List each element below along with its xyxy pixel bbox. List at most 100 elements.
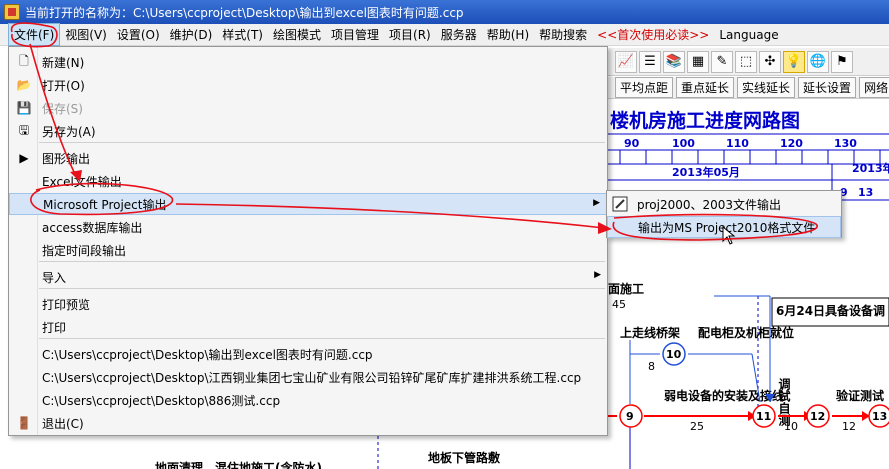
duration-10: 10: [784, 420, 798, 433]
flag-icon[interactable]: ⚑: [831, 50, 853, 73]
pen-icon[interactable]: ✎: [711, 50, 733, 73]
window-title: 当前打开的名称为：C:\Users\ccproject\Desktop\输出到e…: [25, 5, 464, 20]
scale-120: 120: [780, 137, 803, 150]
file-menu-item-9[interactable]: 导入 ▶: [9, 266, 607, 288]
toolbar: 📈 ☰ 📚 ▦ ✎ ⬚ ✣ 💡 🌐 ⚑: [607, 48, 889, 76]
toolbar-button-3[interactable]: 延长设置: [798, 77, 857, 98]
month-label-next: 2013年: [852, 161, 889, 175]
scale-110: 110: [726, 137, 749, 150]
svg-text:10: 10: [666, 348, 682, 361]
submenu-arrow-icon: ▶: [594, 270, 601, 280]
lightbulb-icon[interactable]: 💡: [783, 50, 805, 73]
node-12: 12: [806, 404, 830, 428]
month-label-may: 2013年05月: [672, 165, 740, 179]
submenu-item-0[interactable]: proj2000、2003文件输出: [607, 193, 841, 215]
exit-icon: 🚪: [16, 416, 32, 430]
toolbar-button-0[interactable]: 平均点距: [615, 77, 674, 98]
file-menu-label: 打印: [42, 320, 67, 335]
toolbar-button-4[interactable]: 网络: [859, 77, 889, 98]
node-13: 13: [868, 404, 889, 428]
menu-item-2[interactable]: 设置(O): [112, 24, 165, 45]
menu-item-4[interactable]: 样式(T): [217, 24, 268, 45]
file-menu-item-14[interactable]: C:\Users\ccproject\Desktop\886测试.ccp: [9, 389, 607, 411]
file-menu-label: Excel文件输出: [42, 174, 122, 189]
svg-text:11: 11: [756, 410, 771, 423]
export-graphic-icon: ▶: [19, 151, 29, 165]
menu-item-8[interactable]: 服务器: [436, 24, 482, 45]
submenu-arrow-icon: ▶: [593, 198, 600, 208]
task-wire: 上走线桥架: [620, 325, 680, 340]
books-icon[interactable]: 📚: [663, 50, 685, 73]
grid-icon[interactable]: ▦: [687, 50, 709, 73]
project-file-icon: [612, 196, 628, 212]
duration-25: 25: [690, 420, 704, 433]
file-menu-item-2: 💾 保存(S): [9, 97, 607, 119]
file-menu-label: 新建(N): [42, 55, 85, 70]
file-menu-item-10[interactable]: 打印预览: [9, 293, 607, 315]
file-menu-item-5[interactable]: Excel文件输出: [9, 170, 607, 192]
save-icon: 💾: [16, 101, 32, 115]
file-menu-item-8[interactable]: 指定时间段输出: [9, 239, 607, 261]
file-menu-label: 指定时间段输出: [42, 243, 127, 258]
toolbar-row-2: 平均点距 重点延长 实线延长 延长设置 网络: [607, 77, 889, 99]
select-icon[interactable]: ⬚: [735, 50, 757, 73]
file-menu-label: Microsoft Project输出: [43, 197, 167, 212]
scale-100: 100: [672, 137, 695, 150]
align-icon[interactable]: ☰: [639, 50, 661, 73]
file-menu-item-0[interactable]: 🗋 新建(N): [9, 51, 607, 73]
scale-90: 90: [624, 137, 640, 150]
menu-item-0[interactable]: 文件(F): [8, 23, 61, 46]
svg-text:9: 9: [626, 410, 634, 423]
toolbar-button-1[interactable]: 重点延长: [676, 77, 735, 98]
menu-item-9[interactable]: 帮助(H): [482, 24, 534, 45]
chart-icon[interactable]: 📈: [615, 50, 637, 73]
node-11: 11: [752, 404, 776, 428]
file-menu-label: 图形输出: [42, 151, 91, 166]
node-10: 10: [662, 342, 686, 366]
file-menu-item-3[interactable]: 🖫 另存为(A): [9, 120, 607, 142]
menu-item-10[interactable]: 帮助搜索: [534, 24, 592, 45]
toolbar-button-2[interactable]: 实线延长: [737, 77, 796, 98]
task-floor: 地板下管路敷: [428, 450, 501, 465]
menu-item-12[interactable]: Language: [714, 26, 783, 44]
menu-item-6[interactable]: 项目管理: [326, 24, 384, 45]
globe-icon[interactable]: 🌐: [807, 50, 829, 73]
file-menu-item-11[interactable]: 打印: [9, 316, 607, 338]
menu-item-3[interactable]: 维护(D): [165, 24, 218, 45]
duration-45: 45: [612, 298, 626, 311]
file-menu-item-1[interactable]: 📂 打开(O): [9, 74, 607, 96]
svg-text:12: 12: [810, 410, 825, 423]
menu-item-1[interactable]: 视图(V): [60, 24, 112, 45]
notice-text: 6月24日具备设备调: [776, 303, 885, 318]
crosshair-icon[interactable]: ✣: [759, 50, 781, 73]
task-cabinet: 配电柜及机柜就位: [698, 325, 794, 340]
file-menu-item-12[interactable]: C:\Users\ccproject\Desktop\输出到excel图表时有问…: [9, 343, 607, 365]
file-menu-item-13[interactable]: C:\Users\ccproject\Desktop\江西铜业集团七宝山矿业有限…: [9, 366, 607, 388]
mouse-cursor-icon: [722, 226, 736, 245]
file-menu-item-15[interactable]: 🚪 退出(C): [9, 412, 607, 434]
file-menu-label: C:\Users\ccproject\Desktop\输出到excel图表时有问…: [42, 347, 373, 362]
new-file-icon: 🗋: [19, 53, 29, 68]
file-menu-label: C:\Users\ccproject\Desktop\886测试.ccp: [42, 393, 281, 408]
file-menu-item-6[interactable]: Microsoft Project输出 ▶: [9, 193, 607, 215]
file-menu-label: 导入: [42, 270, 67, 285]
file-menu-label: 打印预览: [42, 297, 91, 312]
menu-item-5[interactable]: 绘图模式: [268, 24, 326, 45]
file-menu-label: access数据库输出: [42, 220, 143, 235]
task-clean: 地面清理、混住地施工(含防水): [155, 460, 322, 469]
file-menu-item-7[interactable]: access数据库输出: [9, 216, 607, 238]
menu-item-7[interactable]: 项目(R): [384, 24, 436, 45]
file-menu-item-4[interactable]: ▶ 图形输出: [9, 147, 607, 169]
menu-separator: [39, 338, 605, 339]
scale-130: 130: [834, 137, 857, 150]
duration-12: 12: [842, 420, 856, 433]
file-menu-label: 退出(C): [42, 416, 84, 431]
node-9: 9: [619, 404, 643, 428]
svg-text:13: 13: [872, 410, 887, 423]
menu-bar: 文件(F) 视图(V) 设置(O) 维护(D) 样式(T) 绘图模式 项目管理 项目(R) 服务…: [0, 23, 889, 46]
file-menu-label: 另存为(A): [42, 124, 96, 139]
submenu-label: proj2000、2003文件输出: [637, 197, 782, 212]
duration-8: 8: [648, 360, 655, 373]
menu-item-11[interactable]: <<首次使用必读>>: [592, 24, 714, 45]
app-icon: [4, 4, 20, 20]
